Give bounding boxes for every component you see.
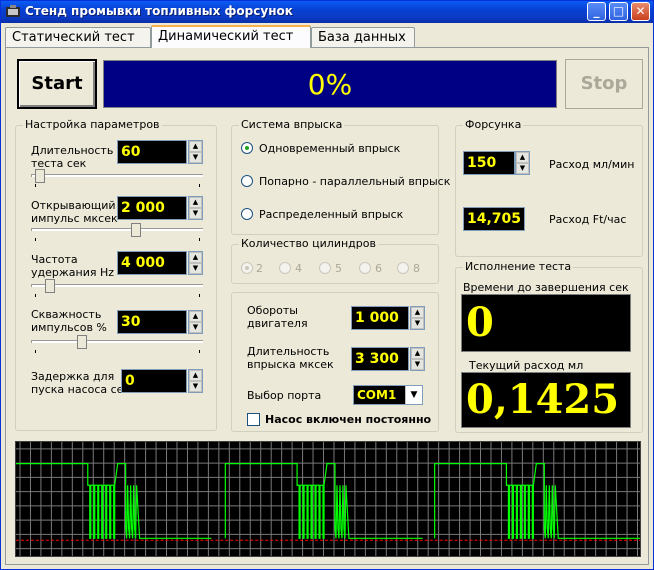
flow-ml-spinner[interactable]: ▲ ▼ [515, 151, 530, 175]
pump-delay-field[interactable]: 0 [121, 369, 187, 393]
radio-sequential-label[interactable]: Распределенный впрыск [259, 208, 403, 221]
test-duration-label: Длительность теста сек [31, 144, 114, 170]
radio-cyl-2-label: 2 [256, 262, 263, 275]
params-group-title: Настройка параметров [23, 118, 162, 131]
flow-ft-field: 14,705 [463, 207, 525, 231]
radio-cyl-5[interactable] [319, 262, 331, 274]
pump-always-checkbox[interactable] [247, 413, 260, 426]
open-pulse-field[interactable]: 2 000 [117, 196, 187, 220]
duty-field[interactable]: 30 [117, 310, 187, 334]
tab-dynamic-test[interactable]: Динамический тест [151, 25, 311, 48]
spin-up-icon[interactable]: ▲ [189, 311, 202, 322]
cylinders-title: Количество цилиндров [239, 237, 378, 250]
window-title: Стенд промывки топливных форсунок [25, 4, 293, 18]
title-bar[interactable]: Стенд промывки топливных форсунок _ □ ✕ [1, 1, 653, 23]
hold-freq-spinner[interactable]: ▲ ▼ [188, 251, 203, 275]
slider-thumb[interactable] [45, 279, 55, 293]
radio-cyl-2[interactable] [241, 262, 253, 274]
oscilloscope-display [15, 441, 641, 557]
rpm-spinner[interactable]: ▲ ▼ [410, 306, 425, 330]
spin-up-icon[interactable]: ▲ [189, 141, 202, 152]
hold-freq-label: Частота удержания Hz [31, 253, 115, 279]
test-duration-field[interactable]: 60 [117, 140, 187, 164]
inj-duration-spinner[interactable]: ▲ ▼ [410, 347, 425, 371]
radio-paired[interactable] [241, 175, 253, 187]
slider-thumb[interactable] [131, 223, 141, 237]
pump-always-label[interactable]: Насос включен постоянно [265, 413, 431, 426]
remaining-time-label: Времени до завершения сек [463, 281, 629, 294]
radio-cyl-6[interactable] [359, 262, 371, 274]
chevron-down-icon[interactable]: ▼ [405, 386, 422, 404]
radio-cyl-8-label: 8 [413, 262, 420, 275]
spin-down-icon[interactable]: ▼ [189, 381, 202, 392]
current-flow-display: 0,1425 [461, 372, 631, 428]
stop-button[interactable]: Stop [565, 59, 643, 109]
maximize-button[interactable]: □ [609, 2, 628, 21]
open-pulse-label: Открывающий импульс мксек [31, 199, 118, 225]
spin-down-icon[interactable]: ▼ [411, 359, 424, 370]
hold-freq-slider[interactable] [31, 279, 203, 297]
spin-up-icon[interactable]: ▲ [189, 252, 202, 263]
spin-down-icon[interactable]: ▼ [411, 318, 424, 329]
radio-simultaneous-label[interactable]: Одновременный впрыск [259, 142, 400, 155]
signal-trace [16, 463, 640, 539]
radio-cyl-4[interactable] [279, 262, 291, 274]
spin-up-icon[interactable]: ▲ [189, 197, 202, 208]
execution-title: Исполнение теста [463, 260, 574, 273]
spin-down-icon[interactable]: ▼ [189, 152, 202, 163]
radio-simultaneous[interactable] [241, 142, 253, 154]
rpm-label: Обороты двигателя [247, 304, 308, 330]
spin-up-icon[interactable]: ▲ [516, 152, 529, 163]
test-duration-slider[interactable] [31, 169, 203, 187]
pump-delay-spinner[interactable]: ▲ ▼ [188, 369, 203, 393]
flow-ft-label: Расход Ft/час [549, 213, 627, 226]
flow-ml-field[interactable]: 150 [463, 151, 515, 175]
open-pulse-spinner[interactable]: ▲ ▼ [188, 196, 203, 220]
tab-static-test[interactable]: Статический тест [5, 27, 151, 47]
duty-spinner[interactable]: ▲ ▼ [188, 310, 203, 334]
port-label: Выбор порта [247, 389, 322, 402]
injector-title: Форсунка [463, 118, 524, 131]
pump-delay-label: Задержка для пуска насоса сек [31, 370, 131, 396]
hold-freq-field[interactable]: 4 000 [117, 251, 187, 275]
spin-up-icon[interactable]: ▲ [411, 348, 424, 359]
spin-up-icon[interactable]: ▲ [189, 370, 202, 381]
radio-cyl-4-label: 4 [295, 262, 302, 275]
injector-group: Форсунка [455, 118, 643, 257]
close-button[interactable]: ✕ [631, 2, 650, 21]
radio-sequential[interactable] [241, 208, 253, 220]
start-button[interactable]: Start [17, 59, 97, 109]
slider-thumb[interactable] [35, 169, 45, 183]
radio-cyl-6-label: 6 [375, 262, 382, 275]
spin-down-icon[interactable]: ▼ [189, 208, 202, 219]
spin-down-icon[interactable]: ▼ [516, 163, 529, 174]
slider-thumb[interactable] [77, 335, 87, 349]
port-select[interactable]: COM1 ▼ [353, 385, 423, 405]
spin-down-icon[interactable]: ▼ [189, 263, 202, 274]
app-icon [6, 5, 20, 17]
test-duration-spinner[interactable]: ▲ ▼ [188, 140, 203, 164]
minimize-button[interactable]: _ [587, 2, 606, 21]
radio-cyl-8[interactable] [397, 262, 409, 274]
current-flow-label: Текущий расход мл [469, 359, 584, 372]
progress-display: 0% [103, 60, 557, 108]
inj-duration-field[interactable]: 3 300 [351, 347, 409, 371]
spin-down-icon[interactable]: ▼ [189, 322, 202, 333]
spin-up-icon[interactable]: ▲ [411, 307, 424, 318]
remaining-time-display: 0 [461, 294, 631, 352]
duty-label: Скважность импульсов % [31, 308, 107, 334]
flow-ml-label: Расход мл/мин [549, 158, 635, 171]
port-select-value: COM1 [357, 388, 397, 402]
duty-slider[interactable] [31, 335, 203, 353]
open-pulse-slider[interactable] [31, 223, 203, 241]
radio-cyl-5-label: 5 [335, 262, 342, 275]
radio-paired-label[interactable]: Попарно - параллельный впрыск [259, 175, 450, 188]
rpm-field[interactable]: 1 000 [351, 306, 409, 330]
inj-duration-label: Длительность впрыска мксек [247, 345, 334, 371]
injection-system-title: Система впрыска [239, 118, 345, 131]
tab-database[interactable]: База данных [311, 27, 415, 47]
main-window: Стенд промывки топливных форсунок _ □ ✕ … [0, 0, 654, 570]
tab-bar: Статический тест Динамический тест База … [5, 25, 649, 48]
